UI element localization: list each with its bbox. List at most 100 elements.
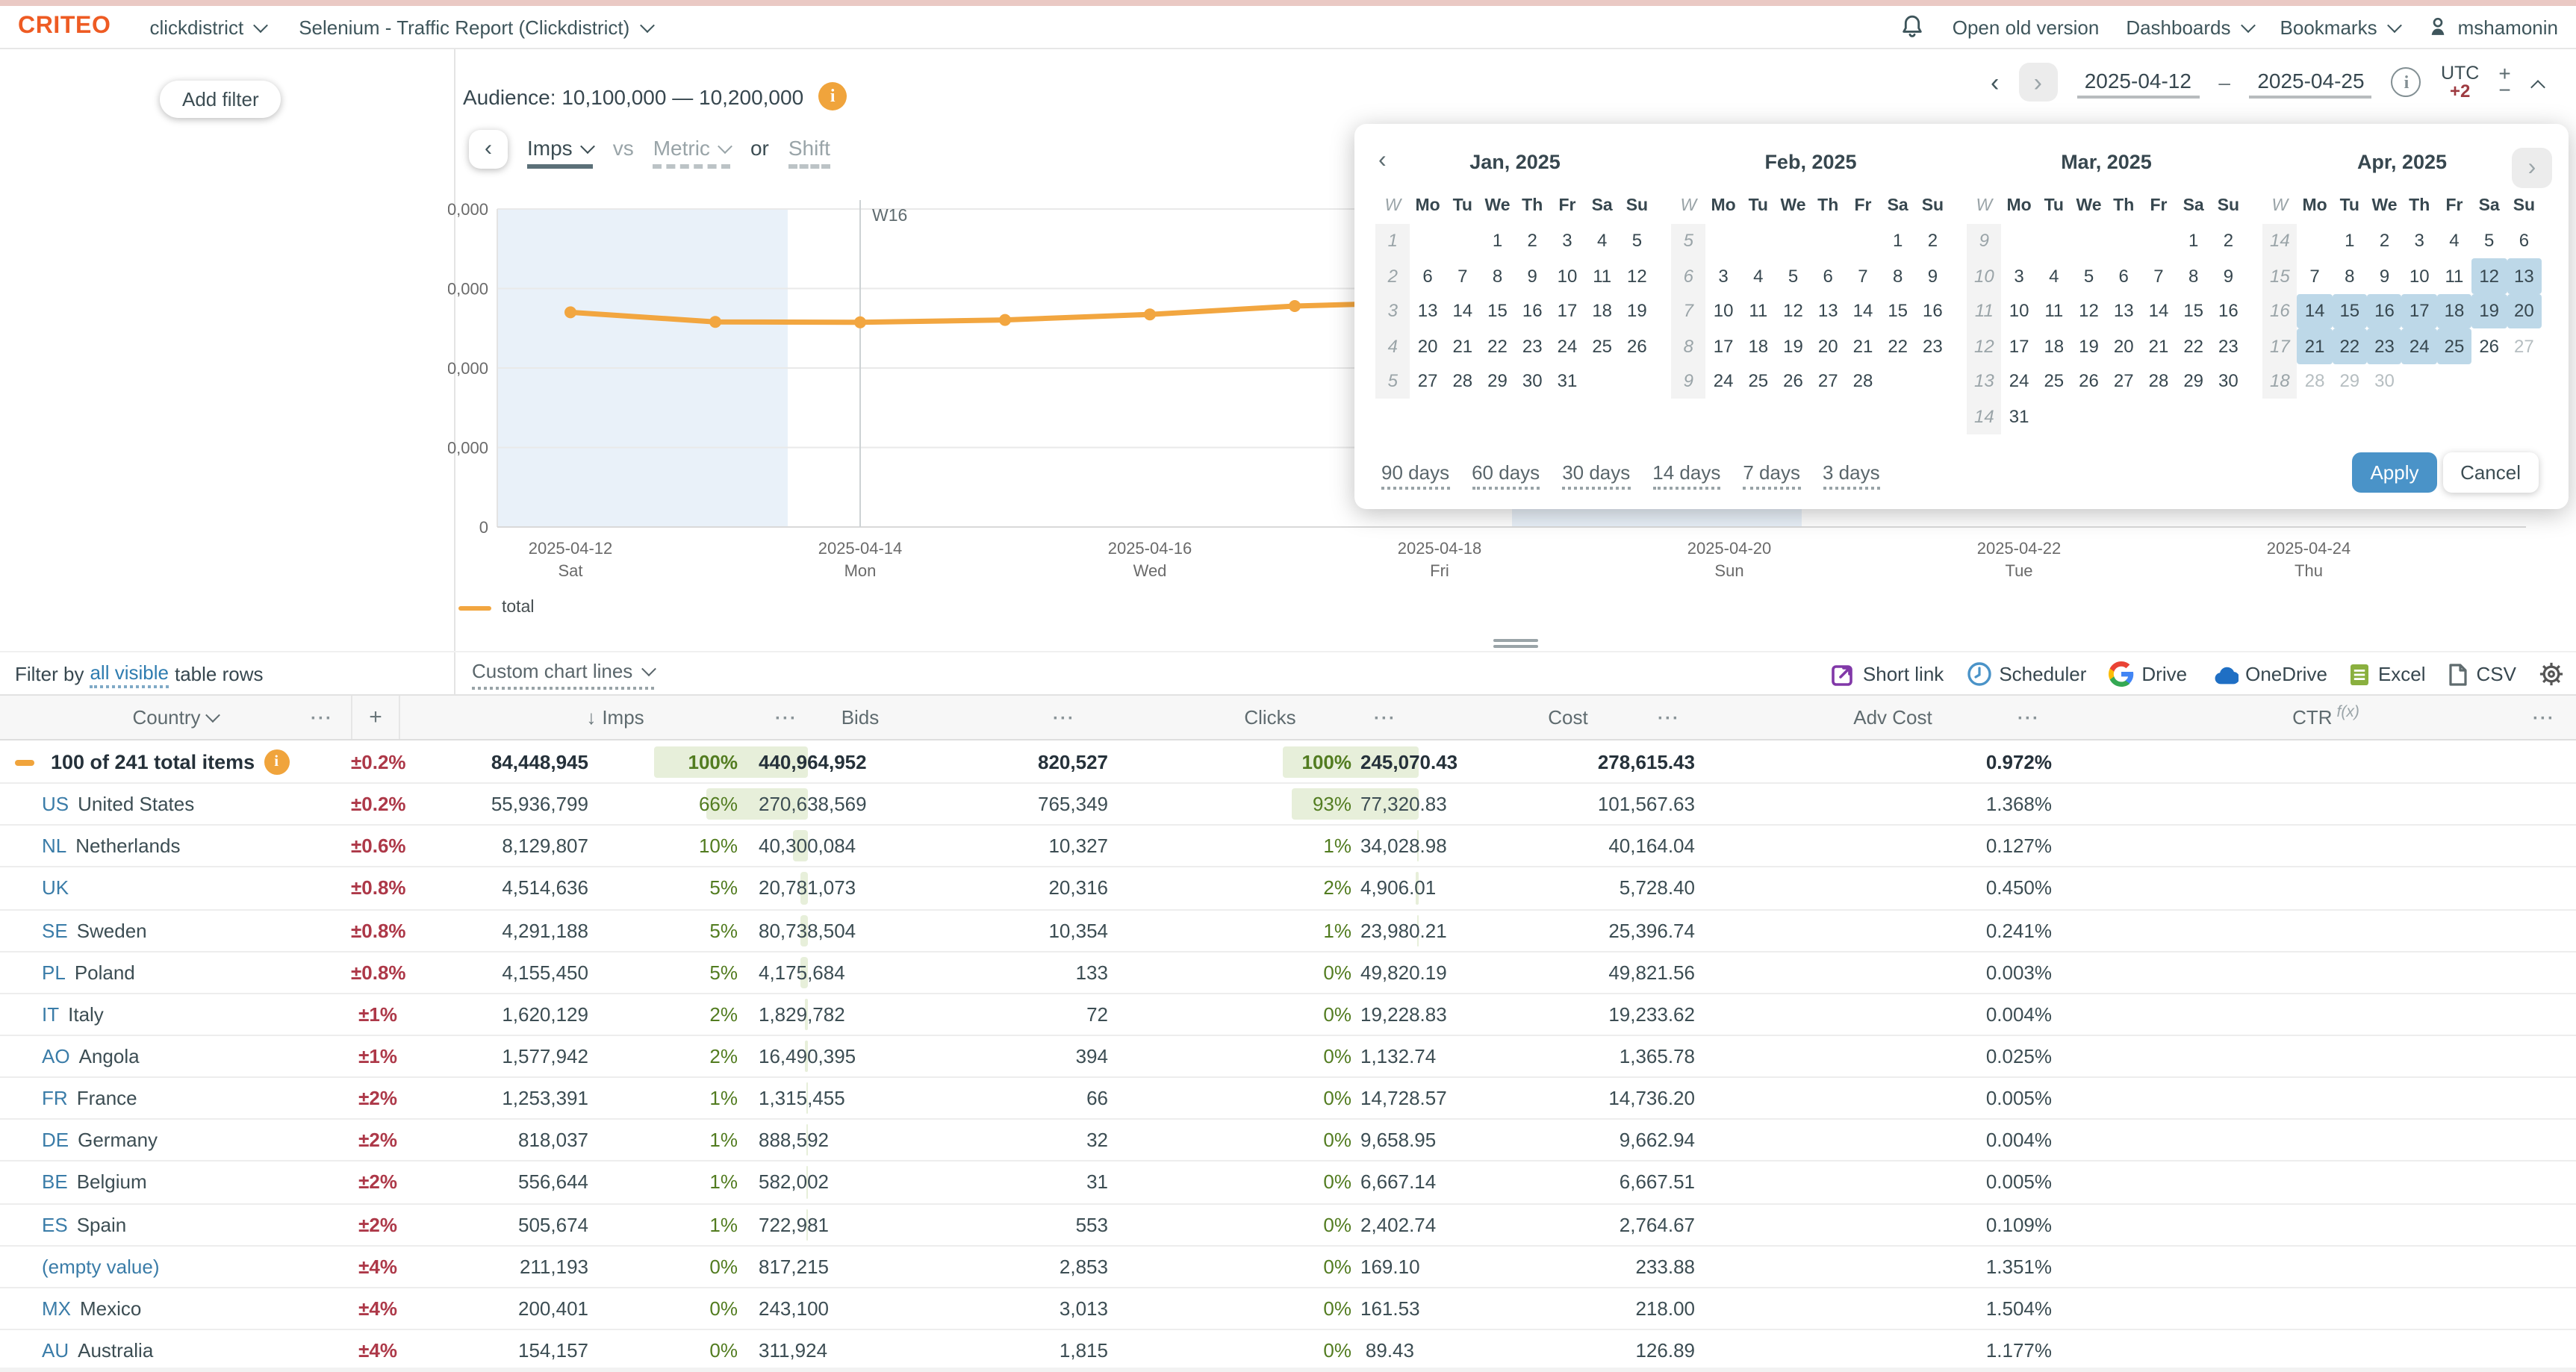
calendar-day[interactable]: 22 bbox=[2332, 328, 2367, 364]
table-row[interactable]: SESweden±0.8%4,291,1885%80,738,50410,354… bbox=[0, 910, 2576, 952]
open-old-version-link[interactable]: Open old version bbox=[1953, 16, 2100, 38]
calendar-day[interactable]: 24 bbox=[1706, 364, 1741, 399]
column-header-country[interactable]: Country ··· bbox=[0, 696, 351, 739]
calendar-day[interactable]: 16 bbox=[1515, 293, 1550, 328]
calendar-day[interactable]: 17 bbox=[1706, 328, 1741, 364]
country-code-link[interactable]: NL bbox=[42, 835, 66, 858]
column-header-bids[interactable]: Bids ··· bbox=[830, 696, 1114, 739]
calendar-day[interactable]: 29 bbox=[2176, 364, 2211, 399]
table-settings-button[interactable] bbox=[2539, 661, 2564, 687]
calendar-day[interactable]: 16 bbox=[2211, 293, 2246, 328]
column-header-imps[interactable]: ↓ Imps ··· bbox=[400, 696, 830, 739]
calendar-day[interactable]: 22 bbox=[1880, 328, 1915, 364]
calendar-day[interactable]: 7 bbox=[2141, 258, 2177, 293]
calendar-day[interactable]: 25 bbox=[1584, 328, 1620, 364]
calendar-day[interactable]: 30 bbox=[2211, 364, 2246, 399]
table-row[interactable]: NLNetherlands±0.6%8,129,80710%40,300,084… bbox=[0, 826, 2576, 868]
country-code-link[interactable]: PL bbox=[42, 961, 66, 984]
calendar-day[interactable]: 29 bbox=[1480, 364, 1515, 399]
calendar-day[interactable]: 2 bbox=[2367, 223, 2402, 258]
calendar-day[interactable]: 6 bbox=[2106, 258, 2141, 293]
calendar-day[interactable]: 17 bbox=[2402, 293, 2437, 328]
calendar-day[interactable]: 9 bbox=[2367, 258, 2402, 293]
cost-column-menu[interactable]: ··· bbox=[1658, 707, 1680, 728]
scheduler-button[interactable]: Scheduler bbox=[1966, 661, 2086, 687]
calendar-day[interactable]: 18 bbox=[2036, 328, 2071, 364]
calendar-day[interactable]: 22 bbox=[1480, 328, 1515, 364]
calendar-day[interactable]: 1 bbox=[2176, 223, 2211, 258]
calendar-day[interactable]: 3 bbox=[2402, 223, 2437, 258]
country-code-link[interactable]: ES bbox=[42, 1213, 68, 1235]
add-column-button[interactable]: + bbox=[351, 696, 400, 739]
calendar-day[interactable]: 16 bbox=[1915, 293, 1950, 328]
calendar-day[interactable]: 7 bbox=[1846, 258, 1881, 293]
calendar-day[interactable]: 25 bbox=[2437, 328, 2472, 364]
country-name-link[interactable]: (empty value) bbox=[42, 1256, 160, 1278]
calendar-day[interactable]: 28 bbox=[2141, 364, 2177, 399]
short-link-button[interactable]: Short link bbox=[1832, 662, 1944, 686]
calendar-day[interactable]: 12 bbox=[2471, 258, 2507, 293]
legend-item-total[interactable]: total bbox=[458, 599, 535, 617]
calendar-day[interactable]: 3 bbox=[1706, 258, 1741, 293]
calendar-day[interactable]: 26 bbox=[2071, 364, 2106, 399]
all-visible-link[interactable]: all visible bbox=[90, 661, 169, 687]
table-row[interactable]: BEBelgium±2%556,6441%582,002310%6,667.14… bbox=[0, 1162, 2576, 1204]
calendar-day[interactable]: 19 bbox=[1620, 293, 1655, 328]
calendar-day[interactable]: 7 bbox=[1445, 258, 1480, 293]
calendar-day[interactable]: 17 bbox=[1550, 293, 1585, 328]
csv-button[interactable]: CSV bbox=[2448, 662, 2516, 686]
country-code-link[interactable]: BE bbox=[42, 1171, 68, 1194]
data-point[interactable] bbox=[854, 317, 866, 328]
calendar-day[interactable]: 24 bbox=[1550, 328, 1585, 364]
calendar-day[interactable]: 10 bbox=[2402, 258, 2437, 293]
calendar-day[interactable]: 9 bbox=[1515, 258, 1550, 293]
calendar-day[interactable]: 20 bbox=[2106, 328, 2141, 364]
clicks-column-menu[interactable]: ··· bbox=[1374, 707, 1396, 728]
calendar-day[interactable]: 5 bbox=[2471, 223, 2507, 258]
start-date-input[interactable] bbox=[2076, 66, 2199, 99]
calendar-day[interactable]: 5 bbox=[1620, 223, 1655, 258]
quick-range-14-days[interactable]: 14 days bbox=[1652, 461, 1720, 490]
calendar-day[interactable]: 22 bbox=[2176, 328, 2211, 364]
calendar-day[interactable]: 31 bbox=[1550, 364, 1585, 399]
table-row[interactable]: (empty value)±4%211,1930%817,2152,8530%1… bbox=[0, 1246, 2576, 1288]
calendar-day[interactable]: 8 bbox=[1480, 258, 1515, 293]
add-filter-button[interactable]: Add filter bbox=[160, 81, 281, 118]
bids-column-menu[interactable]: ··· bbox=[1053, 707, 1075, 728]
country-code-link[interactable]: AO bbox=[42, 1045, 70, 1067]
quick-range-3-days[interactable]: 3 days bbox=[1823, 461, 1880, 490]
calendar-day[interactable]: 4 bbox=[1584, 223, 1620, 258]
calendar-day[interactable]: 7 bbox=[2297, 258, 2333, 293]
date-zoom-out-button[interactable]: − bbox=[2498, 82, 2510, 99]
calendar-day[interactable]: 14 bbox=[1846, 293, 1881, 328]
country-code-link[interactable]: IT bbox=[42, 1003, 59, 1026]
calendar-day[interactable]: 23 bbox=[1915, 328, 1950, 364]
report-selector[interactable]: Selenium - Traffic Report (Clickdistrict… bbox=[299, 16, 652, 38]
calendar-day[interactable]: 21 bbox=[2141, 328, 2177, 364]
calendar-day[interactable]: 12 bbox=[2071, 293, 2106, 328]
calendar-day[interactable]: 2 bbox=[1515, 223, 1550, 258]
dashboards-menu[interactable]: Dashboards bbox=[2126, 16, 2253, 38]
calendar-day[interactable]: 31 bbox=[2002, 399, 2037, 434]
data-point[interactable] bbox=[1144, 308, 1156, 320]
calendar-day[interactable]: 20 bbox=[2507, 293, 2542, 328]
calendar-day[interactable]: 19 bbox=[2071, 328, 2106, 364]
calendar-day[interactable]: 25 bbox=[1740, 364, 1776, 399]
adv-cost-column-menu[interactable]: ··· bbox=[2017, 707, 2040, 728]
calendar-day[interactable]: 21 bbox=[2297, 328, 2333, 364]
calendar-day[interactable]: 3 bbox=[1550, 223, 1585, 258]
chart-resize-handle[interactable] bbox=[1493, 639, 1538, 648]
calendar-day[interactable]: 8 bbox=[1880, 258, 1915, 293]
table-row[interactable]: UK±0.8%4,514,6365%20,781,07320,3162%4,90… bbox=[0, 868, 2576, 910]
calendar-day[interactable]: 2 bbox=[2211, 223, 2246, 258]
data-point[interactable] bbox=[999, 314, 1011, 326]
table-row[interactable]: ESSpain±2%505,6741%722,9815530%2,402.742… bbox=[0, 1204, 2576, 1246]
table-row[interactable]: MXMexico±4%200,4010%243,1003,0130%161.53… bbox=[0, 1288, 2576, 1330]
calendar-day[interactable]: 9 bbox=[2211, 258, 2246, 293]
calendar-day[interactable]: 14 bbox=[2141, 293, 2177, 328]
calendar-day[interactable]: 6 bbox=[1410, 258, 1446, 293]
column-header-clicks[interactable]: Clicks ··· bbox=[1114, 696, 1426, 739]
excel-button[interactable]: Excel bbox=[2350, 662, 2426, 686]
date-info-icon[interactable]: i bbox=[2392, 67, 2421, 97]
quick-range-90-days[interactable]: 90 days bbox=[1381, 461, 1449, 490]
